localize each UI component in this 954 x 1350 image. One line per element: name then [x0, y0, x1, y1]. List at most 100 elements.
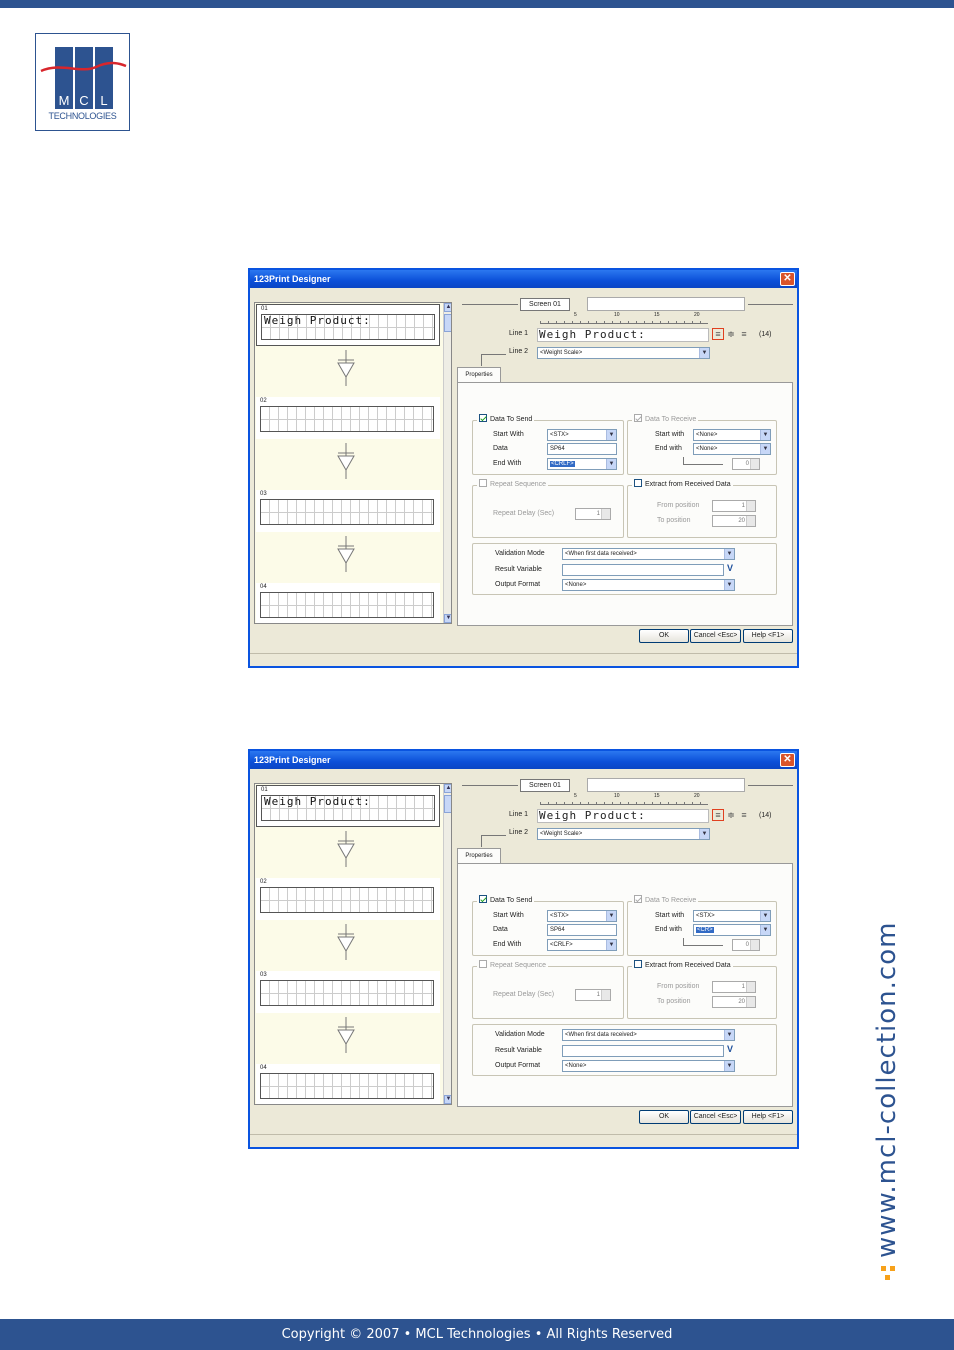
output-format-value: <None>	[565, 1063, 587, 1069]
line2-dropdown[interactable]: <Weight Scale> ▼	[537, 828, 710, 840]
send-end-label: End With	[493, 941, 522, 948]
send-end-dropdown[interactable]: <CRLF> ▼	[547, 458, 617, 470]
to-position-label: To position	[657, 998, 691, 1005]
screen-list-scrollbar[interactable]: ▲ ▼	[443, 303, 451, 623]
align-center-icon[interactable]: ≑	[725, 810, 737, 822]
tab-properties[interactable]: Properties	[457, 848, 501, 864]
validation-mode-dropdown[interactable]: <When first data received> ▼	[562, 1029, 735, 1041]
line2-dropdown[interactable]: <Weight Scale> ▼	[537, 347, 710, 359]
divider	[481, 354, 506, 355]
variable-picker-icon[interactable]: V	[727, 563, 733, 573]
result-variable-label: Result Variable	[495, 566, 542, 573]
tab-properties[interactable]: Properties	[457, 367, 501, 383]
screen-card[interactable]: 01 Weigh Product:	[256, 304, 440, 346]
screen-card[interactable]: 01 Weigh Product:	[256, 785, 440, 827]
ok-button[interactable]: OK	[639, 1110, 689, 1124]
data-to-send-title[interactable]: Data To Send	[477, 414, 535, 423]
scroll-up-icon[interactable]: ▲	[444, 303, 451, 312]
cancel-button[interactable]: Cancel <Esc>	[690, 629, 741, 643]
line2-value: <Weight Scale>	[540, 831, 583, 837]
line1-field[interactable]: Weigh Product:	[537, 328, 709, 342]
receive-end-value: <None>	[696, 446, 718, 452]
send-start-label: Start With	[493, 912, 524, 919]
screen-card[interactable]: 02	[256, 878, 440, 920]
cancel-button[interactable]: Cancel <Esc>	[690, 1110, 741, 1124]
extract-checkbox[interactable]	[634, 960, 642, 968]
lcd-preview: Weigh Product:	[261, 795, 435, 821]
repeat-sequence-checkbox	[479, 479, 487, 487]
data-to-receive-group: Data To Receive Start with <None> ▼ End w…	[627, 414, 777, 475]
receive-end-dropdown[interactable]: <None> ▼	[693, 443, 771, 455]
extract-group: Extract from Received Data From position…	[627, 960, 777, 1019]
screen-card[interactable]: 02	[256, 397, 440, 439]
screen-number: 01	[261, 306, 268, 312]
scroll-thumb[interactable]	[444, 314, 451, 332]
data-to-receive-group: Data To Receive Start with <STX> ▼ End wi…	[627, 895, 777, 956]
data-to-send-checkbox[interactable]	[479, 414, 487, 422]
screen-description-field[interactable]	[587, 297, 745, 311]
extract-checkbox[interactable]	[634, 479, 642, 487]
extract-title[interactable]: Extract from Received Data	[632, 479, 733, 488]
flow-arrow-icon	[337, 536, 355, 572]
result-variable-field[interactable]	[562, 564, 724, 576]
receive-end-dropdown[interactable]: <CR> ▼	[693, 924, 771, 936]
lcd-preview	[260, 499, 434, 525]
send-data-field[interactable]: SP64	[547, 443, 617, 455]
divider	[481, 354, 482, 366]
ruler-tick: 15	[654, 312, 660, 318]
align-right-icon[interactable]: ≡	[738, 329, 750, 341]
close-button[interactable]: ✕	[780, 272, 795, 286]
output-format-dropdown[interactable]: <None> ▼	[562, 579, 735, 591]
receive-length-spinner[interactable]: 0	[732, 939, 760, 951]
screen-card[interactable]: 03	[256, 490, 440, 532]
result-variable-field[interactable]	[562, 1045, 724, 1057]
lcd-preview	[260, 887, 434, 913]
align-left-icon[interactable]: ≡	[712, 809, 724, 821]
to-position-spinner: 20	[712, 515, 756, 527]
screen-name-button[interactable]: Screen 01	[520, 298, 570, 311]
send-start-dropdown[interactable]: <STX> ▼	[547, 429, 617, 441]
ruler-tick: 5	[574, 312, 577, 318]
send-data-field[interactable]: SP64	[547, 924, 617, 936]
bullet-dots-icon	[880, 1266, 895, 1280]
result-variable-label: Result Variable	[495, 1047, 542, 1054]
help-button[interactable]: Help <F1>	[743, 1110, 793, 1124]
receive-start-dropdown[interactable]: <STX> ▼	[693, 910, 771, 922]
send-start-value: <STX>	[550, 432, 569, 438]
scroll-down-icon[interactable]: ▼	[444, 614, 451, 623]
ok-button[interactable]: OK	[639, 629, 689, 643]
output-format-dropdown[interactable]: <None> ▼	[562, 1060, 735, 1072]
align-right-icon[interactable]: ≡	[738, 810, 750, 822]
ruler-tick: 10	[614, 793, 620, 799]
send-start-dropdown[interactable]: <STX> ▼	[547, 910, 617, 922]
help-button[interactable]: Help <F1>	[743, 629, 793, 643]
data-to-send-checkbox[interactable]	[479, 895, 487, 903]
screen-list: 01 Weigh Product: 02 03 04 ▲ ▼	[254, 783, 452, 1105]
receive-length-spinner[interactable]: 0	[732, 458, 760, 470]
scroll-thumb[interactable]	[444, 795, 451, 813]
screen-list-scrollbar[interactable]: ▲ ▼	[443, 784, 451, 1104]
align-center-icon[interactable]: ≑	[725, 329, 737, 341]
line1-label: Line 1	[509, 330, 529, 337]
send-end-dropdown[interactable]: <CRLF> ▼	[547, 939, 617, 951]
line2-label: Line 2	[509, 829, 529, 836]
validation-mode-dropdown[interactable]: <When first data received> ▼	[562, 548, 735, 560]
data-to-send-title[interactable]: Data To Send	[477, 895, 535, 904]
side-url-text: www.mcl-collection.com	[872, 921, 902, 1258]
data-to-send-group: Data To Send Start With <STX> ▼ Data SP64…	[472, 895, 624, 956]
close-button[interactable]: ✕	[780, 753, 795, 767]
extract-title[interactable]: Extract from Received Data	[632, 960, 733, 969]
screen-name-button[interactable]: Screen 01	[520, 779, 570, 792]
designer-window-2: 123Print Designer ✕ 01 Weigh Product: 02…	[248, 749, 799, 1149]
align-left-icon[interactable]: ≡	[712, 328, 724, 340]
line1-field[interactable]: Weigh Product:	[537, 809, 709, 823]
receive-start-dropdown[interactable]: <None> ▼	[693, 429, 771, 441]
screen-card[interactable]: 04	[256, 1064, 440, 1104]
scroll-down-icon[interactable]: ▼	[444, 1095, 451, 1104]
svg-text:C: C	[79, 93, 88, 108]
variable-picker-icon[interactable]: V	[727, 1044, 733, 1054]
screen-description-field[interactable]	[587, 778, 745, 792]
screen-card[interactable]: 04	[256, 583, 440, 623]
screen-card[interactable]: 03	[256, 971, 440, 1013]
scroll-up-icon[interactable]: ▲	[444, 784, 451, 793]
